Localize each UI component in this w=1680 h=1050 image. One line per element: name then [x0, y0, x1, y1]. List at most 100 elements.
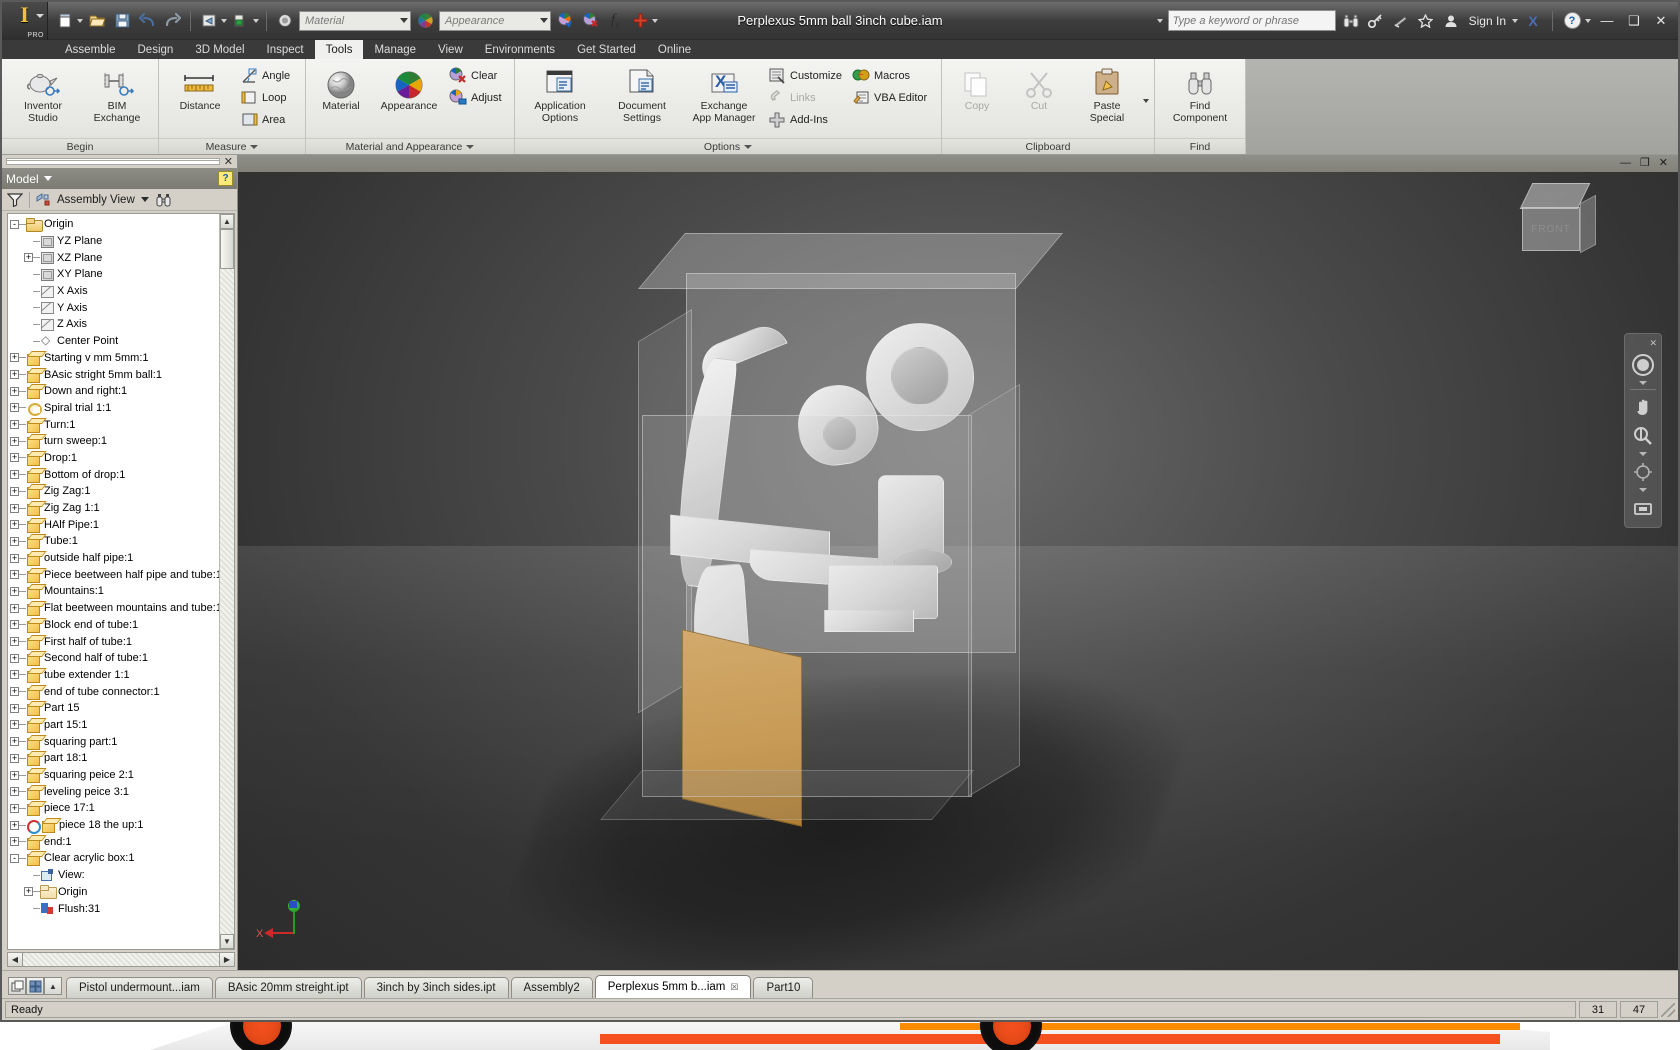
- tree-item[interactable]: Y Axis: [10, 299, 219, 316]
- measure-area-button[interactable]: Area: [238, 109, 300, 130]
- browser-vertical-scrollbar[interactable]: ▲ ▼: [219, 214, 234, 949]
- chevron-down-icon[interactable]: [1639, 488, 1647, 492]
- sign-in-link[interactable]: Sign In: [1466, 14, 1509, 28]
- tree-item[interactable]: + Piece beetween half pipe and tube:1: [10, 566, 219, 583]
- tree-item[interactable]: + Down and right:1: [10, 383, 219, 400]
- clear-appearance-button[interactable]: Clear: [447, 65, 509, 86]
- view-cube[interactable]: TOP FRONT: [1519, 177, 1600, 269]
- expand-node-icon[interactable]: +: [10, 803, 19, 813]
- paste-special-chevron-icon[interactable]: [1143, 99, 1149, 103]
- viewport-close-button[interactable]: ✕: [1659, 158, 1668, 169]
- scrollbar-track[interactable]: [220, 229, 234, 934]
- expand-node-icon[interactable]: +: [10, 837, 19, 847]
- expand-node-icon[interactable]: +: [10, 670, 19, 680]
- scroll-down-arrow-icon[interactable]: ▼: [220, 934, 234, 949]
- open-folder-icon[interactable]: [86, 9, 108, 33]
- tree-item[interactable]: + Starting v mm 5mm:1: [10, 350, 219, 367]
- document-tab[interactable]: Part10: [753, 977, 814, 998]
- ribbon-tab-inspect[interactable]: Inspect: [256, 40, 315, 59]
- autodesk-exchange-icon[interactable]: X: [1523, 11, 1543, 31]
- update-chevron-icon[interactable]: [253, 18, 259, 23]
- user-icon[interactable]: [1441, 11, 1461, 31]
- tree-item[interactable]: + turn sweep:1: [10, 433, 219, 450]
- chevron-down-icon[interactable]: [1639, 452, 1647, 456]
- ribbon-tab-get-started[interactable]: Get Started: [566, 40, 647, 59]
- tree-item[interactable]: + squaring part:1: [10, 733, 219, 750]
- maximize-window-button[interactable]: ❑: [1623, 11, 1645, 31]
- view-cube-right-face[interactable]: [1580, 194, 1596, 254]
- expand-node-icon[interactable]: +: [10, 637, 19, 647]
- satellite-icon[interactable]: [1391, 11, 1411, 31]
- expand-node-icon[interactable]: +: [10, 653, 19, 663]
- expand-node-icon[interactable]: +: [10, 486, 19, 496]
- expand-node-icon[interactable]: +: [24, 253, 33, 263]
- tree-item[interactable]: + BAsic stright 5mm ball:1: [10, 366, 219, 383]
- ribbon-tab-manage[interactable]: Manage: [363, 40, 427, 59]
- browser-view-mode-label[interactable]: Assembly View: [57, 194, 135, 206]
- scrollbar-thumb[interactable]: [220, 229, 234, 269]
- expand-node-icon[interactable]: +: [10, 787, 19, 797]
- ribbon-tab-assemble[interactable]: Assemble: [54, 40, 127, 59]
- minimize-window-button[interactable]: —: [1596, 11, 1618, 31]
- expand-node-icon[interactable]: +: [10, 403, 19, 413]
- 3d-viewport[interactable]: — ❐ ✕ TOP FRONT ✕ X: [238, 155, 1678, 970]
- paste-special-button[interactable]: Paste Special: [1071, 63, 1143, 124]
- expand-node-icon[interactable]: +: [10, 420, 19, 430]
- inventor-studio-button[interactable]: Inventor Studio: [7, 63, 79, 124]
- close-browser-icon[interactable]: ✕: [224, 155, 233, 168]
- tree-item[interactable]: + Mountains:1: [10, 583, 219, 600]
- add-chevron-icon[interactable]: [652, 18, 658, 23]
- document-tab[interactable]: 3inch by 3inch sides.ipt: [363, 977, 509, 998]
- redo-icon[interactable]: [161, 9, 183, 33]
- tree-item[interactable]: + part 18:1: [10, 750, 219, 767]
- tree-item[interactable]: + squaring peice 2:1: [10, 767, 219, 784]
- chevron-down-icon[interactable]: [744, 144, 753, 149]
- look-at-camera-icon[interactable]: [1629, 495, 1657, 521]
- orbit-icon[interactable]: [1629, 459, 1657, 485]
- tree-item[interactable]: View:: [10, 867, 219, 884]
- application-options-button[interactable]: Application Options: [520, 63, 600, 124]
- expand-node-icon[interactable]: +: [10, 353, 19, 363]
- search-expand-chevron-icon[interactable]: [1156, 18, 1163, 23]
- expand-node-icon[interactable]: +: [10, 436, 19, 446]
- measure-distance-button[interactable]: Distance: [164, 63, 236, 113]
- scroll-left-arrow-icon[interactable]: ◀: [8, 953, 23, 966]
- material-button[interactable]: Material: [311, 63, 371, 113]
- favorites-star-icon[interactable]: [1416, 11, 1436, 31]
- return-chevron-icon[interactable]: [221, 18, 227, 23]
- ribbon-tab-3d-model[interactable]: 3D Model: [184, 40, 255, 59]
- document-tab[interactable]: Perplexus 5mm b...iam ☒: [594, 975, 752, 998]
- collapse-node-icon[interactable]: -: [10, 853, 19, 863]
- add-icon[interactable]: [629, 9, 651, 33]
- tree-item[interactable]: + Part 15: [10, 700, 219, 717]
- key-icon[interactable]: [1366, 11, 1386, 31]
- zoom-magnifier-icon[interactable]: [1629, 423, 1657, 449]
- chevron-down-icon[interactable]: [43, 176, 52, 181]
- sign-in-chevron-icon[interactable]: [1512, 18, 1518, 23]
- ribbon-tab-tools[interactable]: Tools: [314, 40, 364, 59]
- navbar-close-icon[interactable]: ✕: [1649, 338, 1657, 349]
- expand-node-icon[interactable]: +: [10, 687, 19, 697]
- tree-item[interactable]: - Origin: [10, 216, 219, 233]
- tree-item[interactable]: + Drop:1: [10, 450, 219, 467]
- find-component-button[interactable]: Find Component: [1160, 63, 1240, 124]
- navigation-bar[interactable]: ✕: [1624, 333, 1662, 528]
- tree-item[interactable]: + HAlf Pipe:1: [10, 516, 219, 533]
- tree-item[interactable]: + Origin: [10, 884, 219, 901]
- pan-hand-icon[interactable]: [1629, 394, 1657, 420]
- appearance-button[interactable]: Appearance: [373, 63, 445, 113]
- grid-windows-icon[interactable]: [26, 977, 44, 995]
- tree-item[interactable]: + Spiral trial 1:1: [10, 400, 219, 417]
- ribbon-tab-environments[interactable]: Environments: [474, 40, 566, 59]
- expand-node-icon[interactable]: +: [10, 370, 19, 380]
- tree-item[interactable]: X Axis: [10, 283, 219, 300]
- steering-wheel-icon[interactable]: [1629, 352, 1657, 378]
- expand-node-icon[interactable]: +: [24, 887, 33, 897]
- tree-item[interactable]: XY Plane: [10, 266, 219, 283]
- measure-loop-button[interactable]: Loop: [238, 87, 300, 108]
- ribbon-tab-view[interactable]: View: [427, 40, 474, 59]
- tree-item[interactable]: Flush:31: [10, 900, 219, 917]
- tree-item[interactable]: + Flat beetween mountains and tube:1: [10, 600, 219, 617]
- adjust-appearance-button[interactable]: Adjust: [447, 87, 509, 108]
- expand-node-icon[interactable]: +: [10, 503, 19, 513]
